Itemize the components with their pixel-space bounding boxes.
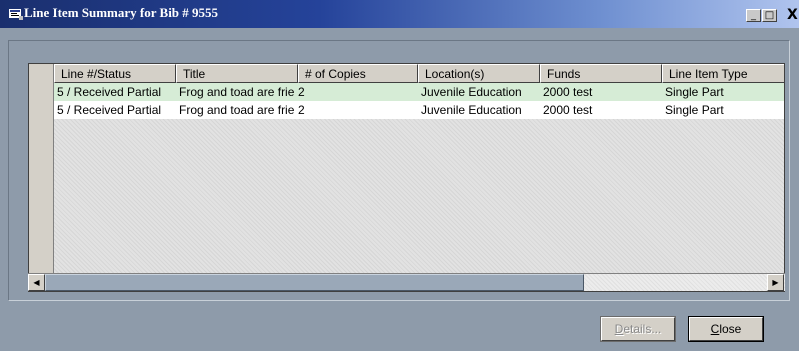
column-header-title[interactable]: Title — [176, 64, 298, 83]
cell-copies: 2 — [298, 103, 305, 117]
column-header-funds[interactable]: Funds — [540, 64, 662, 83]
details-button[interactable]: Details... — [600, 316, 676, 342]
column-header-copies[interactable]: # of Copies — [298, 64, 418, 83]
cell-location: Juvenile Education — [421, 103, 522, 117]
cell-copies: 2 — [298, 85, 305, 99]
details-accel: D — [614, 322, 624, 336]
horizontal-scrollbar[interactable]: ◀ ▶ — [28, 273, 785, 291]
title-bar[interactable]: Line Item Summary for Bib # 9555 _ □ X — [0, 0, 799, 28]
column-header-status[interactable]: Line #/Status — [54, 64, 176, 83]
arrow-left-icon: ◀ — [33, 278, 40, 287]
arrow-right-icon: ▶ — [772, 278, 779, 287]
cell-type: Single Part — [665, 103, 724, 117]
scroll-right-button[interactable]: ▶ — [767, 274, 784, 291]
maximize-button[interactable]: □ — [762, 9, 777, 22]
cell-status: 5 / Received Partial — [57, 103, 162, 117]
line-item-summary-window: Line Item Summary for Bib # 9555 _ □ X L… — [0, 0, 799, 351]
table-row[interactable]: 5 / Received Partial Frog and toad are f… — [54, 101, 784, 119]
line-items-grid[interactable]: Line #/Status Title # of Copies Location… — [28, 63, 785, 292]
scrollbar-thumb[interactable] — [45, 274, 584, 291]
cell-type: Single Part — [665, 85, 724, 99]
window-title: Line Item Summary for Bib # 9555 — [24, 5, 219, 20]
close-label: lose — [719, 322, 742, 336]
cell-status: 5 / Received Partial — [57, 85, 162, 99]
close-button[interactable]: Close — [688, 316, 764, 342]
scroll-left-button[interactable]: ◀ — [28, 274, 45, 291]
close-window-button[interactable]: X — [787, 7, 798, 23]
column-header-line-item-type[interactable]: Line Item Type — [662, 64, 784, 83]
cell-title: Frog and toad are frie — [179, 85, 295, 99]
close-accel: C — [710, 322, 720, 336]
column-header-locations[interactable]: Location(s) — [418, 64, 540, 83]
cell-funds: 2000 test — [543, 103, 593, 117]
table-row[interactable]: 5 / Received Partial Frog and toad are f… — [54, 83, 784, 101]
minimize-button[interactable]: _ — [746, 9, 761, 22]
cell-location: Juvenile Education — [421, 85, 522, 99]
window-app-icon — [9, 9, 23, 20]
cell-title: Frog and toad are frie — [179, 103, 295, 117]
grid-header-row: Line #/Status Title # of Copies Location… — [54, 64, 784, 83]
maximize-icon: □ — [764, 9, 775, 21]
minimize-icon: _ — [751, 9, 756, 21]
row-header-column — [29, 64, 54, 291]
details-label: etails... — [623, 322, 662, 336]
cell-funds: 2000 test — [543, 85, 593, 99]
